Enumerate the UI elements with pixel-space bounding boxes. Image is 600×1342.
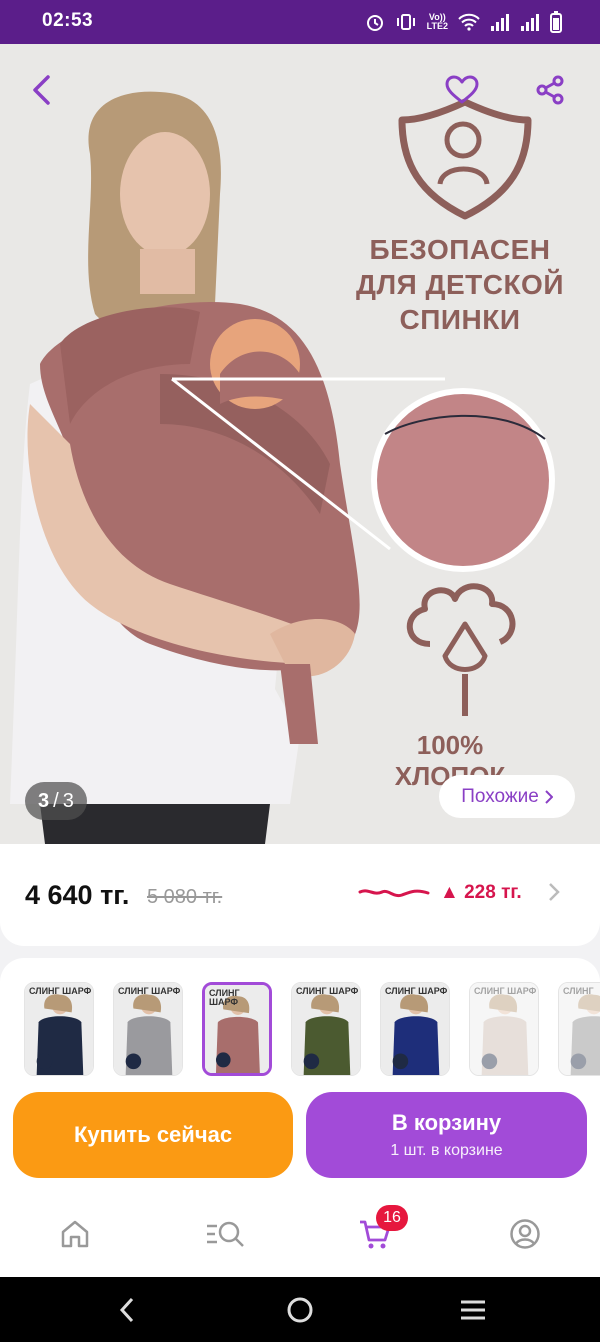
price-trend-icon (358, 889, 430, 898)
share-icon (536, 75, 564, 105)
buy-now-button[interactable]: Купить сейчас (13, 1092, 293, 1178)
cart-badge: 16 (376, 1205, 408, 1231)
signal-1-icon (491, 14, 509, 31)
signal-2-icon (521, 14, 539, 31)
system-back-icon (119, 1297, 134, 1323)
similar-button[interactable]: Похожие (439, 775, 575, 818)
variant-label: СЛИНГ ШАРФ (29, 986, 92, 996)
variant-label: СЛИНГ ШАРФ (296, 986, 359, 996)
system-back-button[interactable] (112, 1295, 142, 1325)
nav-home[interactable] (55, 1214, 95, 1254)
status-bar: 02:53 Vo)) LTE2 (0, 0, 600, 44)
variant-label: СЛИНГ ШАРФ (209, 988, 240, 1007)
vibrate-icon (396, 14, 415, 30)
system-home-button[interactable] (285, 1295, 315, 1325)
variant-thumbnail[interactable]: СЛИНГ ШАРФ (24, 982, 94, 1076)
variant-thumbnail[interactable]: СЛИНГ ШАРФ (202, 982, 272, 1076)
promo-title: БЕЗОПАСЕН ДЛЯ ДЕТСКОЙ СПИНКИ (356, 234, 564, 335)
home-icon (61, 1220, 89, 1248)
variant-overlay (559, 983, 600, 1075)
variant-thumbnail[interactable]: СЛИНГ ШАРФ (113, 982, 183, 1076)
variant-thumbnail[interactable]: СЛИНГ ШАРФ (469, 982, 539, 1076)
price-card[interactable]: 4 640 тг. 5 080 тг. ▲ 228 тг. (0, 844, 600, 946)
nav-profile[interactable] (505, 1214, 545, 1254)
product-photo (0, 44, 600, 844)
product-gallery[interactable]: БЕЗОПАСЕН ДЛЯ ДЕТСКОЙ СПИНКИ 100% ХЛОПОК… (0, 44, 600, 844)
chevron-right-icon (545, 789, 553, 804)
variant-thumbnail[interactable]: СЛИНГ (558, 982, 600, 1076)
variant-image (381, 983, 449, 1075)
system-nav-bar (0, 1277, 600, 1342)
image-counter: 3 / 3 (25, 782, 87, 820)
catalog-search-icon (207, 1221, 244, 1247)
old-price: 5 080 тг. (147, 886, 223, 908)
variant-label: СЛИНГ ШАРФ (385, 986, 448, 996)
system-menu-icon (461, 1300, 485, 1320)
price-history[interactable]: ▲ 228 тг. (358, 882, 522, 904)
current-price: 4 640 тг. (25, 880, 130, 910)
status-icons: Vo)) LTE2 (365, 10, 562, 34)
wifi-icon (458, 13, 480, 31)
add-to-cart-button[interactable]: В корзину 1 шт. в корзине (306, 1092, 587, 1178)
variant-label: СЛИНГ ШАРФ (118, 986, 181, 996)
status-time: 02:53 (42, 10, 94, 31)
profile-icon (510, 1219, 540, 1249)
system-home-icon (287, 1297, 313, 1323)
price-drop: ▲ 228 тг. (440, 882, 522, 903)
variant-image (292, 983, 360, 1075)
alarm-icon (366, 15, 383, 31)
back-button[interactable] (20, 68, 64, 112)
favorite-button[interactable] (440, 68, 484, 112)
variant-thumbnail[interactable]: СЛИНГ ШАРФ (380, 982, 450, 1076)
bottom-nav (0, 1190, 600, 1277)
share-button[interactable] (528, 68, 572, 112)
heart-icon (445, 75, 479, 104)
nav-catalog[interactable] (205, 1214, 245, 1254)
battery-icon (550, 11, 562, 33)
variant-overlay (470, 983, 538, 1075)
variant-image (114, 983, 182, 1075)
chevron-right-icon[interactable] (548, 882, 560, 902)
system-recents-button[interactable] (458, 1295, 488, 1325)
back-arrow-icon (33, 75, 50, 105)
variant-image (25, 983, 93, 1075)
variant-list: СЛИНГ ШАРФ СЛИНГ ШАРФ СЛИНГ ШАРФ СЛИНГ ШАРФ… (24, 982, 600, 1076)
volte-indicator: Vo)) LTE2 (426, 12, 448, 31)
variant-thumbnail[interactable]: СЛИНГ ШАРФ (291, 982, 361, 1076)
